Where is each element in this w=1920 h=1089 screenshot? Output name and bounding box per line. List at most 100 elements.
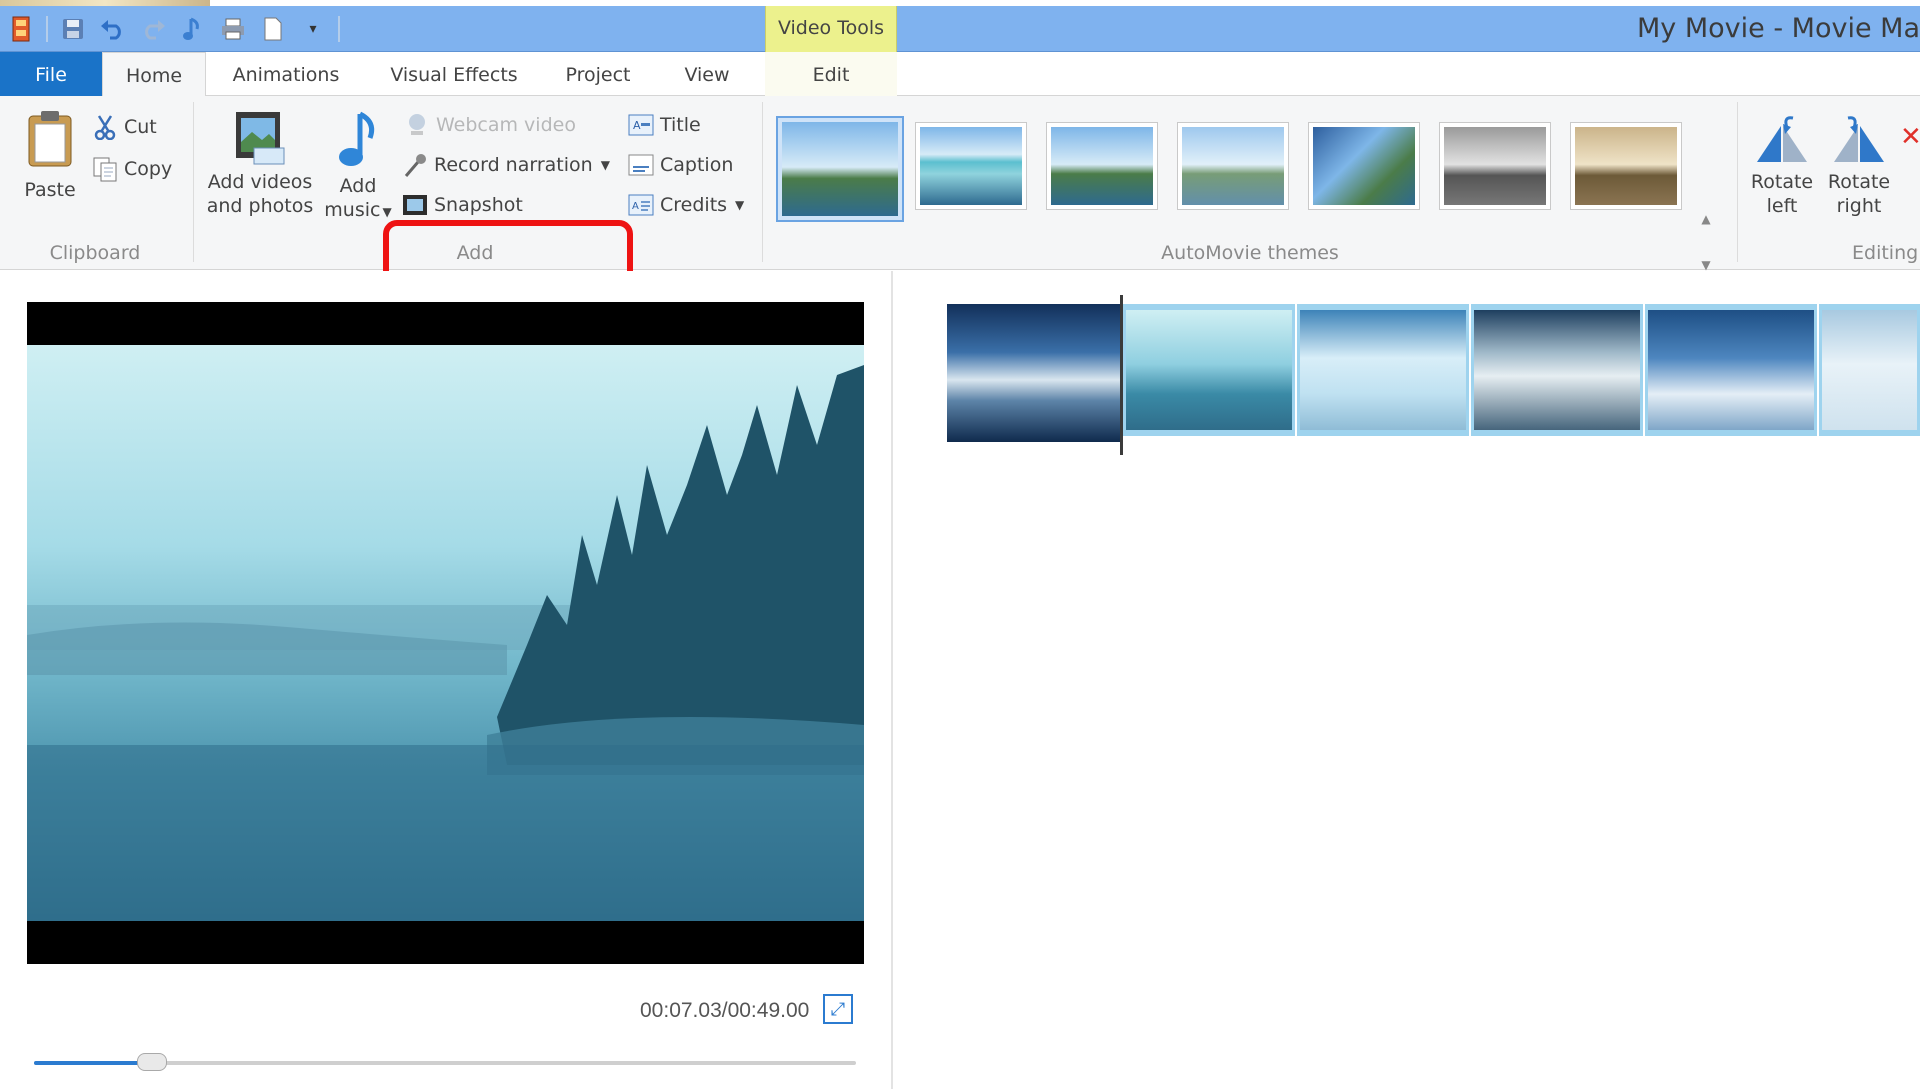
theme-default[interactable]	[776, 116, 904, 222]
theme-cinematic[interactable]	[1046, 122, 1158, 210]
storyboard-clip-snow-plain[interactable]	[1819, 304, 1920, 436]
undo-icon[interactable]	[98, 14, 128, 44]
snapshot-button[interactable]: Snapshot	[402, 188, 523, 222]
theme-thumbnail	[1051, 127, 1153, 205]
theme-contemporary[interactable]	[915, 122, 1027, 210]
clip-thumbnail	[1126, 310, 1292, 430]
misty-lake-scene	[27, 365, 864, 921]
rotate-left-label-2: left	[1766, 195, 1798, 217]
clip-thumbnail	[1822, 310, 1917, 430]
clip-thumbnail	[1648, 310, 1814, 430]
record-narration-button[interactable]: Record narration ▼	[402, 148, 610, 182]
tab-animations[interactable]: Animations	[218, 52, 354, 96]
tab-edit[interactable]: Edit	[765, 52, 897, 96]
rotate-right-button[interactable]: Rotate right	[1820, 114, 1898, 218]
copy-icon	[92, 156, 118, 182]
caption-label: Caption	[660, 154, 734, 176]
tab-file[interactable]: File	[0, 52, 102, 96]
seek-bar-thumb[interactable]	[136, 1053, 167, 1071]
credits-icon: A	[628, 192, 654, 218]
scroll-up-icon[interactable]: ▲	[1701, 212, 1710, 226]
chevron-down-icon: ▼	[382, 205, 392, 219]
redo-icon[interactable]	[138, 14, 168, 44]
add-videos-and-photos-button[interactable]: Add videos and photos	[202, 110, 318, 218]
caption-button[interactable]: Caption	[628, 148, 733, 182]
toolbar-separator	[338, 16, 340, 42]
webcam-video-button[interactable]: Webcam video	[404, 108, 576, 142]
chevron-down-icon: ▼	[600, 158, 610, 172]
add-videos-label-2: and photos	[206, 195, 314, 217]
chevron-down-icon: ▼	[735, 198, 745, 212]
rotate-right-label-1: Rotate	[1827, 171, 1891, 193]
credits-button[interactable]: A Credits ▼	[628, 188, 744, 222]
tab-home[interactable]: Home	[102, 52, 206, 97]
title-button[interactable]: A Title	[628, 108, 701, 142]
customize-dropdown-icon[interactable]: ▾	[298, 14, 328, 44]
clip-thumbnail	[1300, 310, 1466, 430]
group-label-clipboard: Clipboard	[49, 242, 141, 264]
tab-visual-effects[interactable]: Visual Effects	[380, 52, 528, 96]
clip-thumbnail	[947, 304, 1121, 442]
remove-icon[interactable]: ✕	[1900, 122, 1920, 152]
timecode: 00:07.03/00:49.00	[640, 999, 810, 1022]
add-music-label-text: music	[324, 199, 381, 221]
work-area: 00:07.03/00:49.00 ⤢	[0, 271, 1920, 1089]
save-icon[interactable]	[58, 14, 88, 44]
clip-thumbnail	[1474, 310, 1640, 430]
cut-button[interactable]: Cut	[92, 110, 157, 144]
rotate-left-button[interactable]: Rotate left	[1743, 114, 1821, 218]
storyboard-clip-frozen-shore[interactable]	[1297, 304, 1469, 436]
seek-bar-progress	[34, 1061, 152, 1065]
app-menu-icon[interactable]	[6, 14, 36, 44]
microphone-icon	[402, 152, 428, 178]
storyboard-clip-frosted-tree[interactable]	[1471, 304, 1643, 436]
theme-fade[interactable]	[1177, 122, 1289, 210]
group-label-automovie-themes: AutoMovie themes	[1161, 242, 1339, 264]
add-videos-label-1: Add videos	[207, 171, 313, 193]
theme-thumbnail	[782, 122, 898, 216]
tab-view[interactable]: View	[672, 52, 742, 96]
ribbon-tab-row: File Home Animations Visual Effects Proj…	[0, 52, 1920, 97]
caption-icon	[628, 152, 654, 178]
credits-label: Credits	[660, 194, 728, 216]
theme-pan-and-zoom[interactable]	[1308, 122, 1420, 210]
seek-bar[interactable]	[34, 1053, 856, 1071]
title-bar: ▾ Video Tools My Movie - Movie Ma	[0, 0, 1920, 52]
new-document-icon[interactable]	[258, 14, 288, 44]
scroll-down-icon[interactable]: ▼	[1701, 258, 1710, 272]
toolbar-separator	[46, 16, 48, 42]
fullscreen-icon[interactable]: ⤢	[823, 994, 853, 1024]
rotate-right-icon	[1834, 116, 1884, 162]
theme-thumbnail	[920, 127, 1022, 205]
storyboard-clip-waterfall[interactable]	[947, 304, 1121, 442]
add-music-label-2: music ▼	[320, 198, 396, 224]
rotate-left-icon	[1757, 116, 1807, 162]
theme-thumbnail	[1444, 127, 1546, 205]
copy-button[interactable]: Copy	[92, 152, 172, 186]
music-note-icon[interactable]	[178, 14, 208, 44]
add-music-button[interactable]: Add music ▼	[320, 110, 396, 224]
ribbon: Paste Cut Copy Clipboard Add videos and …	[0, 96, 1920, 318]
storyboard-clip-misty-lake[interactable]	[1123, 304, 1295, 436]
theme-sepia[interactable]	[1570, 122, 1682, 210]
playhead[interactable]	[1120, 295, 1123, 455]
preview-frame	[27, 345, 864, 921]
print-icon[interactable]	[218, 14, 248, 44]
music-note-large-icon	[339, 111, 375, 166]
theme-thumbnail	[1182, 127, 1284, 205]
svg-text:A: A	[633, 119, 641, 132]
paste-icon	[28, 111, 72, 167]
scissors-icon	[92, 114, 118, 140]
storyboard-clip-falls-closeup[interactable]	[1645, 304, 1817, 436]
video-preview[interactable]	[27, 302, 864, 964]
snapshot-icon	[402, 192, 428, 218]
theme-black-and-white[interactable]	[1439, 122, 1551, 210]
window-title: My Movie - Movie Ma	[1637, 13, 1920, 44]
group-separator	[762, 102, 763, 262]
paste-button[interactable]: Paste	[14, 108, 86, 202]
add-music-label-1: Add	[339, 175, 377, 197]
tab-project[interactable]: Project	[552, 52, 644, 96]
title-icon: A	[628, 112, 654, 138]
theme-thumbnail	[1575, 127, 1677, 205]
paste-label: Paste	[24, 179, 76, 201]
